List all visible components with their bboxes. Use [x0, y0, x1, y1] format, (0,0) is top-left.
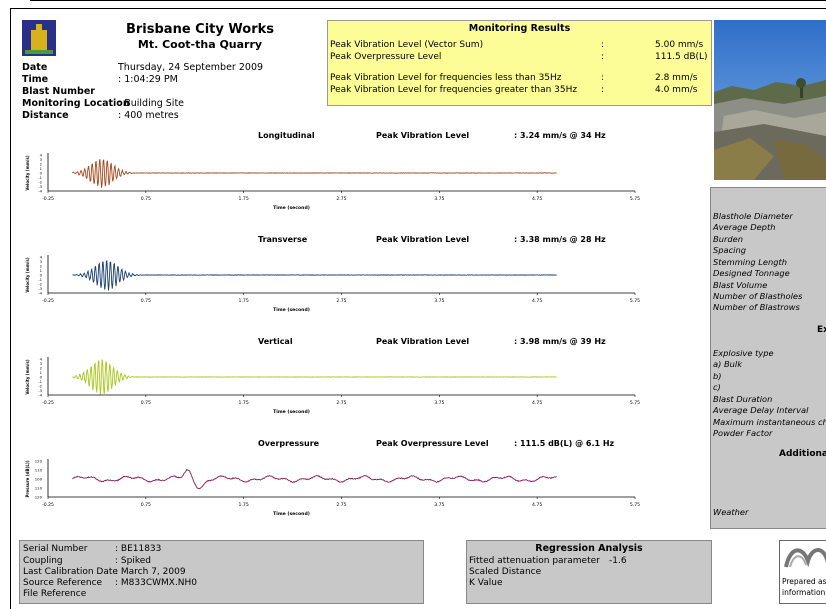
x-tick-label: 0.75	[141, 196, 151, 202]
y-axis-label: Velocity (mm/s)	[25, 257, 30, 292]
x-tick-label: 2.75	[336, 298, 346, 304]
regression-row: Scaled Distance	[469, 567, 542, 577]
regression-title: Regression Analysis	[535, 543, 643, 554]
x-tick-label: 1.75	[239, 196, 249, 202]
y-tick-label: 110	[35, 486, 43, 491]
y-tick-label: 100	[35, 477, 43, 482]
x-tick-label: 1.75	[239, 502, 249, 508]
waveform-charts: 43210-1-2-3-4-0.25 0.75 1.75 2.75 3.75 4.75 5.…	[25, 153, 640, 518]
prepared-by-box: Prepared as a information	[779, 540, 826, 604]
x-tick-label: 3.75	[434, 196, 444, 202]
blast-duration: Blast Duration	[713, 394, 773, 404]
param-average-depth: Average Depth	[713, 222, 776, 232]
regression-row: K Value	[469, 578, 503, 588]
param-designed-tonnage: Designed Tonnage	[713, 268, 790, 278]
param-number-of-blastholes: Number of Blastholes	[713, 291, 803, 301]
y-tick-label: -4	[38, 393, 42, 398]
quarry-photo	[714, 20, 826, 180]
x-tick-label: 4.75	[532, 196, 542, 202]
weather-label: Weather	[713, 507, 749, 517]
y-axis-label: Velocity (mm/s)	[25, 359, 30, 394]
explosive-c: c)	[713, 382, 721, 392]
explosives-heading: Ex	[817, 325, 826, 335]
y-tick-label: -4	[38, 189, 42, 194]
equipment-row: Coupling: Spiked	[23, 556, 151, 566]
x-tick-label: 1.75	[239, 400, 249, 406]
waveform-trace	[72, 469, 557, 490]
y-tick-label: 110	[35, 468, 43, 473]
x-tick-label: -0.25	[42, 196, 54, 202]
x-axis-label: Time (second)	[273, 307, 310, 313]
x-tick-label: 4.75	[532, 502, 542, 508]
equipment-panel: Serial Number: BE11833 Coupling: Spiked …	[19, 540, 424, 604]
x-tick-label: 0.75	[141, 298, 151, 304]
y-tick-label: 120	[35, 459, 43, 464]
y-tick-label: 120	[35, 495, 43, 500]
waveform-trace	[72, 260, 557, 291]
y-axis-label: Velocity (mm/s)	[25, 155, 30, 190]
param-blast-volume: Blast Volume	[713, 280, 768, 290]
x-tick-label: 2.75	[336, 196, 346, 202]
x-tick-label: 2.75	[336, 502, 346, 508]
equipment-row: Last Calibration Date: March 7, 2009	[23, 567, 186, 577]
x-axis-label: Time (second)	[273, 205, 310, 211]
param-number-of-blastrows: Number of Blastrows	[713, 302, 800, 312]
additional-heading: Additional	[779, 449, 826, 459]
param-burden: Burden	[713, 234, 743, 244]
param-spacing: Spacing	[713, 245, 747, 255]
regression-panel: Regression Analysis Fitted attenuation p…	[466, 540, 712, 604]
waveform-trace	[72, 159, 557, 188]
maximum-instantaneous-charge: Maximum instantaneous cha	[713, 417, 826, 427]
prepared-line-2: information	[782, 588, 826, 597]
waveform-trace	[72, 358, 557, 396]
x-tick-label: 5.75	[630, 298, 640, 304]
x-tick-label: 3.75	[434, 298, 444, 304]
y-axis-label: Pressure (dB(L))	[25, 460, 30, 497]
x-tick-label: 4.75	[532, 400, 542, 406]
x-tick-label: 5.75	[630, 196, 640, 202]
powder-factor: Powder Factor	[713, 428, 773, 438]
equipment-row: Source Reference: M833CWMX.NH0	[23, 578, 198, 588]
y-tick-label: -4	[38, 291, 42, 296]
x-tick-label: 5.75	[630, 400, 640, 406]
x-tick-label: -0.25	[42, 502, 54, 508]
prepared-line-1: Prepared as a	[782, 577, 826, 586]
regression-row: Fitted attenuation parameter -1.6	[469, 556, 627, 566]
x-tick-label: 4.75	[532, 298, 542, 304]
explosive-type: Explosive type	[713, 348, 774, 358]
x-tick-label: 0.75	[141, 502, 151, 508]
equipment-row: File Reference	[23, 589, 87, 599]
explosive-b: b)	[713, 371, 722, 381]
param-stemming-length: Stemming Length	[713, 257, 788, 267]
x-tick-label: 3.75	[434, 502, 444, 508]
company-logo-icon	[784, 548, 826, 568]
x-tick-label: 5.75	[630, 502, 640, 508]
x-tick-label: 0.75	[141, 400, 151, 406]
x-axis-label: Time (second)	[273, 409, 310, 415]
x-tick-label: -0.25	[42, 298, 54, 304]
x-tick-label: 1.75	[239, 298, 249, 304]
equipment-row: Serial Number: BE11833	[23, 544, 162, 554]
param-blasthole-diameter: Blasthole Diameter	[713, 211, 793, 221]
explosive-bulk: a) Bulk	[713, 359, 743, 369]
x-axis-label: Time (second)	[273, 511, 310, 517]
x-tick-label: 3.75	[434, 400, 444, 406]
x-tick-label: 2.75	[336, 400, 346, 406]
x-tick-label: -0.25	[42, 400, 54, 406]
average-delay-interval: Average Delay Interval	[713, 405, 809, 415]
blast-design-panel: Blasthole Diameter Average Depth Burden …	[710, 187, 826, 529]
